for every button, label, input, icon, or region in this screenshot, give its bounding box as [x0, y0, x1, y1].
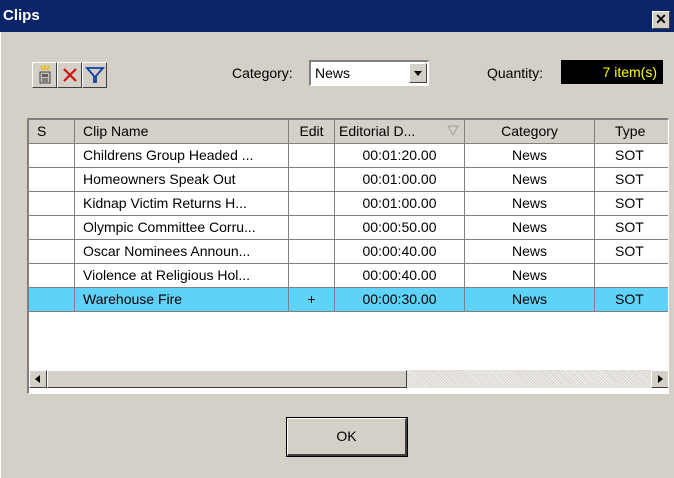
cell-clip-name: Violence at Religious Hol...	[75, 264, 289, 288]
cell-s	[29, 216, 75, 240]
cell-editorial-duration: 00:01:20.00	[335, 144, 465, 168]
cell-clip-name: Childrens Group Headed ...	[75, 144, 289, 168]
filter-icon	[85, 67, 105, 83]
cell-editorial-duration: 00:01:00.00	[335, 192, 465, 216]
quantity-label: Quantity:	[487, 65, 544, 81]
cell-s	[29, 240, 75, 264]
cell-edit	[289, 240, 335, 264]
close-icon: ✕	[655, 11, 667, 27]
column-header-clip-name[interactable]: Clip Name	[75, 120, 289, 144]
filter-button[interactable]	[82, 62, 107, 88]
cell-edit	[289, 192, 335, 216]
cell-s	[29, 192, 75, 216]
category-value: News	[315, 65, 351, 81]
category-dropdown[interactable]: News	[309, 60, 429, 86]
scroll-left-icon[interactable]	[29, 370, 47, 388]
cell-type	[595, 264, 668, 288]
cell-category: News	[465, 144, 595, 168]
cell-type: SOT	[595, 216, 668, 240]
cell-editorial-duration: 00:01:00.00	[335, 168, 465, 192]
cell-clip-name: Kidnap Victim Returns H...	[75, 192, 289, 216]
window-title: Clips	[3, 7, 40, 24]
cell-edit	[289, 264, 335, 288]
delete-button[interactable]	[57, 62, 82, 88]
cell-s	[29, 264, 75, 288]
close-button[interactable]: ✕	[652, 11, 670, 29]
cell-category: News	[465, 216, 595, 240]
cell-s	[29, 288, 75, 312]
cell-edit	[289, 168, 335, 192]
cell-category: News	[465, 240, 595, 264]
cell-s	[29, 144, 75, 168]
delete-icon	[63, 68, 77, 82]
cell-clip-name: Homeowners Speak Out	[75, 168, 289, 192]
cell-clip-name: Oscar Nominees Announ...	[75, 240, 289, 264]
title-bar: Clips ✕	[0, 0, 674, 32]
column-header-s[interactable]: S	[29, 120, 75, 144]
horizontal-scrollbar[interactable]	[29, 370, 668, 388]
ok-button[interactable]: OK	[286, 417, 408, 457]
cell-clip-name: Warehouse Fire	[75, 288, 289, 312]
column-header-category[interactable]: Category	[465, 120, 595, 144]
cell-editorial-duration: 00:00:40.00	[335, 240, 465, 264]
new-clip-icon	[39, 65, 51, 84]
column-header-editorial-duration[interactable]: Editorial D...	[335, 120, 465, 144]
cell-type: SOT	[595, 288, 668, 312]
cell-edit: +	[289, 288, 335, 312]
column-header-type[interactable]: Type	[595, 120, 668, 144]
cell-category: News	[465, 168, 595, 192]
cell-category: News	[465, 264, 595, 288]
cell-type: SOT	[595, 168, 668, 192]
cell-s	[29, 168, 75, 192]
scrollbar-thumb[interactable]	[47, 370, 407, 388]
cell-type: SOT	[595, 240, 668, 264]
sort-descending-icon	[447, 125, 459, 137]
cell-editorial-duration: 00:00:40.00	[335, 264, 465, 288]
column-header-edit[interactable]: Edit	[289, 120, 335, 144]
cell-clip-name: Olympic Committee Corru...	[75, 216, 289, 240]
clips-table[interactable]: S Clip Name Edit Editorial D... Category…	[27, 118, 669, 394]
cell-category: News	[465, 288, 595, 312]
cell-editorial-duration: 00:00:50.00	[335, 216, 465, 240]
cell-edit	[289, 216, 335, 240]
column-header-label: Editorial D...	[339, 123, 416, 139]
cell-category: News	[465, 192, 595, 216]
cell-type: SOT	[595, 144, 668, 168]
cell-type: SOT	[595, 192, 668, 216]
cell-editorial-duration: 00:00:30.00	[335, 288, 465, 312]
cell-edit	[289, 144, 335, 168]
category-label: Category:	[232, 65, 293, 81]
new-clip-button[interactable]	[32, 62, 57, 88]
chevron-down-icon[interactable]	[409, 63, 427, 83]
quantity-value: 7 item(s)	[561, 60, 663, 84]
scroll-right-icon[interactable]	[651, 370, 668, 388]
